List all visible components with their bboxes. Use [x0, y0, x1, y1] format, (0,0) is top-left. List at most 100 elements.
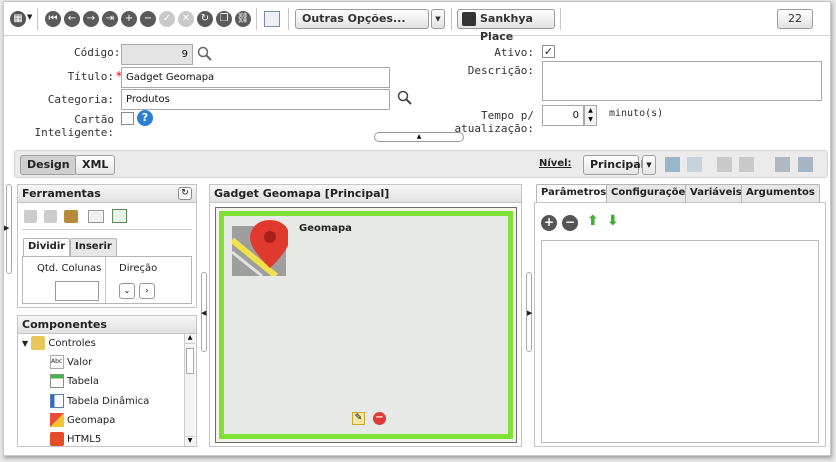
remove-parameter-icon[interactable]: − [562, 215, 578, 231]
nivel-dropdown-icon[interactable]: ▼ [642, 155, 656, 175]
cancel-icon[interactable]: ✕ [178, 11, 194, 27]
descricao-field[interactable] [542, 61, 822, 101]
add-level-icon[interactable] [665, 157, 680, 172]
tab-variaveis[interactable]: Variáveis [685, 184, 747, 202]
expand-left-icon[interactable]: ▶ [4, 224, 9, 232]
divider [22, 229, 192, 230]
table-icon [50, 374, 64, 388]
codigo-search-icon[interactable] [197, 46, 213, 62]
ferramentas-panel: Ferramentas ↻ Dividir Inserir Qtd. Colun… [17, 184, 197, 308]
frame-icon[interactable] [88, 210, 104, 223]
grid-layout-icon[interactable] [798, 157, 813, 172]
folder-icon [31, 336, 46, 350]
scroll-up-icon[interactable]: ▲ [185, 334, 195, 344]
componentes-panel: Componentes ▼ Controles Abc Valor Tabela … [17, 315, 197, 447]
list-item[interactable]: HTML5 [50, 432, 101, 448]
codigo-field[interactable]: 9 [121, 44, 193, 65]
edit-icon[interactable]: ✎ [352, 412, 365, 425]
canvas-area: Geomapa ✎ − [215, 207, 517, 443]
remove-record-icon[interactable]: − [140, 11, 156, 27]
grid-menu-arrow-icon[interactable]: ▼ [27, 13, 32, 21]
more-options-dropdown-icon[interactable]: ▼ [431, 9, 445, 29]
geomapa-component[interactable]: Geomapa ✎ − [219, 211, 513, 439]
nivel-label: Nível: [539, 158, 572, 169]
tree-controles[interactable]: ▼ Controles [22, 336, 96, 352]
tab-parametros[interactable]: Parâmetros [536, 184, 612, 203]
tree-expand-icon[interactable]: ▼ [22, 339, 28, 348]
previous-record-icon[interactable]: ← [64, 11, 80, 27]
tab-inserir[interactable]: Inserir [70, 238, 117, 256]
parametros-content: + − ⬆ ⬇ [534, 202, 826, 447]
first-record-icon[interactable]: ⏮ [45, 11, 61, 27]
undo-icon[interactable] [24, 210, 37, 223]
remove-level-icon[interactable] [687, 157, 702, 172]
expand-right-icon[interactable]: ▶ [527, 309, 532, 317]
next-record-icon[interactable]: → [83, 11, 99, 27]
direction-right-icon[interactable]: › [139, 283, 155, 299]
titulo-field[interactable]: Gadget Geomapa [121, 67, 390, 88]
move-down-icon[interactable]: ⬇ [607, 213, 619, 229]
categoria-field[interactable]: Produtos [121, 89, 390, 110]
paste-level-icon[interactable] [739, 157, 754, 172]
grid-menu-icon[interactable]: ▦ [10, 11, 26, 27]
categoria-search-icon[interactable] [397, 90, 413, 106]
titulo-label-text: Título: [67, 70, 114, 83]
delete-icon[interactable]: − [373, 412, 386, 425]
table-insert-icon[interactable] [112, 209, 127, 223]
save-icon[interactable]: ✓ [159, 11, 175, 27]
scroll-thumb[interactable] [186, 348, 194, 374]
cartao-inteligente-label: Cartão Inteligente: [34, 113, 114, 139]
canvas-panel: Gadget Geomapa [Principal] Geomapa ✎ − [209, 184, 522, 447]
grid-view-icon[interactable] [264, 11, 280, 27]
ativo-checkbox[interactable]: ✓ [542, 45, 555, 58]
geomap-pin-icon [232, 220, 288, 276]
sankhya-place-button[interactable]: Sankhya Place [457, 9, 555, 43]
ativo-label: Ativo: [494, 46, 534, 59]
component-label: Geomapa [67, 415, 116, 426]
tab-design[interactable]: Design [20, 155, 77, 175]
collapse-form-handle[interactable]: ▲ [374, 132, 464, 142]
qtd-colunas-label: Qtd. Colunas [37, 263, 102, 274]
tempo-atualizacao-field[interactable]: 0 [542, 105, 584, 126]
separator [256, 8, 257, 30]
codigo-label: Código: [74, 46, 121, 59]
copy-level-icon[interactable] [717, 157, 732, 172]
refresh-icon[interactable]: ↻ [197, 11, 213, 27]
last-record-icon[interactable]: ⇥ [102, 11, 118, 27]
list-item[interactable]: Geomapa [50, 413, 115, 429]
move-up-icon[interactable]: ⬆ [587, 213, 599, 229]
tab-xml[interactable]: XML [75, 155, 115, 175]
categoria-label: Categoria: [47, 93, 114, 106]
scroll-down-icon[interactable]: ▼ [185, 436, 195, 446]
componentes-header: Componentes [18, 316, 196, 334]
list-item[interactable]: Abc Valor [50, 355, 92, 371]
lock-icon[interactable] [44, 210, 57, 223]
divider [105, 257, 106, 303]
gadget-editor-window: ▦ ▼ ⏮ ← → ⇥ + − ✓ ✕ ↻ ❐ ⛓ Outras Opções.… [3, 1, 831, 456]
cartao-inteligente-checkbox[interactable] [121, 112, 134, 125]
collapse-left-icon[interactable]: ◀ [201, 309, 206, 317]
brush-icon[interactable] [64, 210, 78, 223]
componentes-scrollbar[interactable]: ▲ ▼ [184, 334, 195, 446]
more-options-button[interactable]: Outras Opções... [295, 9, 429, 29]
list-item[interactable]: Tabela [50, 374, 99, 390]
abc-icon: Abc [50, 355, 64, 369]
nivel-select[interactable]: Principal [583, 155, 644, 175]
add-parameter-icon[interactable]: + [541, 215, 557, 231]
direction-down-icon[interactable]: ⌄ [119, 283, 135, 299]
tab-dividir[interactable]: Dividir [23, 238, 71, 257]
tree-view-icon[interactable] [775, 157, 790, 172]
tempo-spinner[interactable]: ▲ ▼ [584, 105, 597, 126]
link-icon[interactable]: ⛓ [235, 11, 251, 27]
tab-argumentos[interactable]: Argumentos [741, 184, 820, 202]
qtd-colunas-field[interactable] [55, 281, 99, 301]
ferramentas-refresh-icon[interactable]: ↻ [178, 187, 192, 200]
help-icon[interactable]: ? [137, 110, 153, 126]
list-item[interactable]: Tabela Dinâmica [50, 394, 149, 410]
add-record-icon[interactable]: + [121, 11, 137, 27]
tab-configuracoes[interactable]: Configurações [606, 184, 697, 202]
copy-icon[interactable]: ❐ [216, 11, 232, 27]
sankhya-place-label: Sankhya Place [480, 12, 533, 43]
component-label: Valor [67, 357, 93, 368]
parametros-list[interactable] [541, 240, 819, 443]
